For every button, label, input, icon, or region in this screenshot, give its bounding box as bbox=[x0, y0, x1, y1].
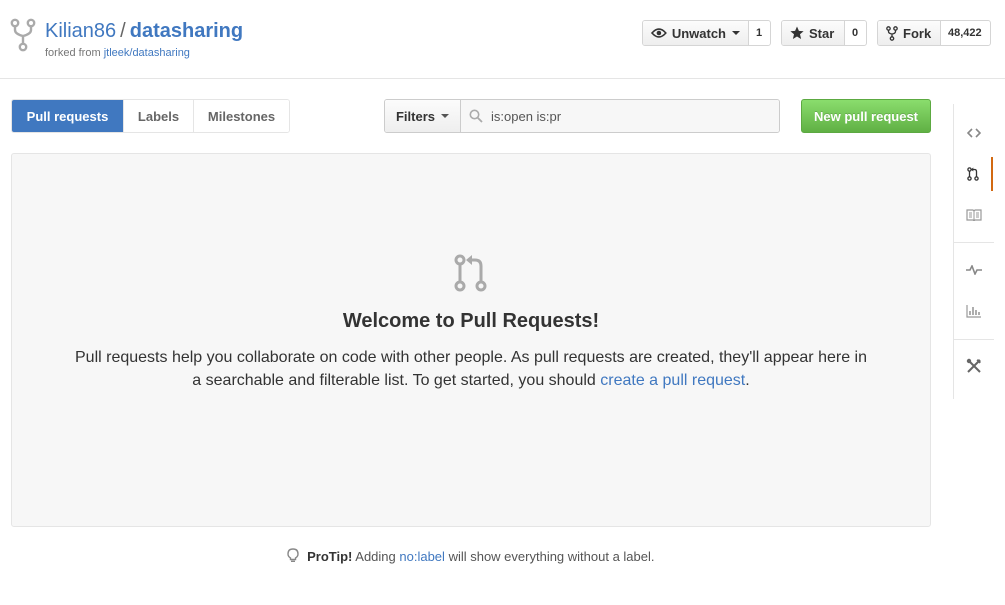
unwatch-label: Unwatch bbox=[671, 25, 726, 41]
forked-from-note: forked from jtleek/datasharing bbox=[45, 47, 190, 59]
star-label: Star bbox=[809, 25, 835, 41]
sidebar-item-wiki[interactable] bbox=[954, 198, 993, 232]
protip-text-before: Adding bbox=[355, 549, 396, 564]
blankslate-desc-period: . bbox=[745, 372, 750, 389]
repo-title: Kilian86/datasharing bbox=[45, 20, 243, 43]
stargazers-count[interactable]: 0 bbox=[845, 21, 866, 45]
chevron-down-icon bbox=[441, 114, 449, 118]
sidebar-item-settings[interactable] bbox=[954, 349, 993, 383]
pull-request-icon bbox=[966, 167, 979, 181]
sidebar-item-code[interactable] bbox=[954, 116, 993, 150]
fork-button[interactable]: Fork bbox=[878, 21, 941, 45]
protip-label: ProTip! bbox=[307, 549, 353, 564]
tab-milestones[interactable]: Milestones bbox=[194, 100, 289, 132]
repo-owner-link[interactable]: Kilian86 bbox=[45, 20, 116, 42]
tab-pull-requests[interactable]: Pull requests bbox=[12, 100, 124, 132]
search-icon bbox=[469, 109, 483, 123]
blankslate: Welcome to Pull Requests! Pull requests … bbox=[11, 153, 931, 527]
pulse-icon bbox=[965, 265, 982, 275]
sidebar-item-pulse[interactable] bbox=[954, 253, 993, 287]
fork-button-group: Fork 48,422 bbox=[877, 20, 991, 46]
fork-icon bbox=[886, 25, 898, 41]
filters-label: Filters bbox=[395, 108, 435, 124]
star-button-group: Star 0 bbox=[781, 20, 867, 46]
forked-from-prefix: forked from bbox=[45, 47, 101, 59]
filters-search-group: Filters bbox=[384, 99, 780, 133]
watchers-count[interactable]: 1 bbox=[749, 21, 770, 45]
eye-icon bbox=[651, 28, 667, 38]
no-label-link[interactable]: no:label bbox=[399, 549, 445, 564]
fork-label: Fork bbox=[903, 25, 932, 41]
repo-name-link[interactable]: datasharing bbox=[130, 20, 243, 42]
blankslate-desc-line2: a searchable and filterable list. To get… bbox=[192, 372, 596, 389]
graph-icon bbox=[965, 305, 981, 318]
filters-button[interactable]: Filters bbox=[385, 100, 461, 132]
sidebar-divider bbox=[954, 242, 994, 243]
sidebar-item-pull-requests[interactable] bbox=[954, 157, 993, 191]
blankslate-desc-line1: Pull requests help you collaborate on co… bbox=[75, 349, 867, 366]
subnav-tabs: Pull requests Labels Milestones bbox=[11, 99, 290, 133]
settings-icon bbox=[966, 358, 981, 373]
repo-side-nav bbox=[953, 104, 994, 399]
blankslate-description: Pull requests help you collaborate on co… bbox=[72, 346, 870, 392]
protip-text-after: will show everything without a label. bbox=[448, 549, 655, 564]
search-box bbox=[461, 100, 779, 132]
sidebar-divider bbox=[954, 339, 994, 340]
light-bulb-icon bbox=[287, 548, 300, 562]
sidebar-item-graphs[interactable] bbox=[954, 294, 993, 328]
new-pull-request-button[interactable]: New pull request bbox=[801, 99, 931, 133]
search-input[interactable] bbox=[491, 108, 761, 124]
code-icon bbox=[966, 128, 981, 138]
tab-labels[interactable]: Labels bbox=[124, 100, 194, 132]
star-button[interactable]: Star bbox=[782, 21, 845, 45]
chevron-down-icon bbox=[732, 31, 740, 35]
star-icon bbox=[790, 26, 804, 39]
repo-header: Kilian86/datasharing forked from jtleek/… bbox=[0, 0, 1005, 79]
pull-request-icon bbox=[454, 254, 487, 292]
repo-fork-icon bbox=[10, 18, 36, 52]
repo-title-separator: / bbox=[120, 20, 126, 42]
protip: ProTip! Adding no:label will show everyt… bbox=[0, 548, 942, 564]
blankslate-title: Welcome to Pull Requests! bbox=[342, 310, 600, 332]
unwatch-button[interactable]: Unwatch bbox=[643, 21, 749, 45]
wiki-icon bbox=[965, 209, 982, 221]
create-pull-request-link[interactable]: create a pull request bbox=[600, 372, 745, 389]
forked-from-link[interactable]: jtleek/datasharing bbox=[104, 47, 190, 59]
watch-button-group: Unwatch 1 bbox=[642, 20, 771, 46]
forks-count[interactable]: 48,422 bbox=[941, 21, 989, 45]
